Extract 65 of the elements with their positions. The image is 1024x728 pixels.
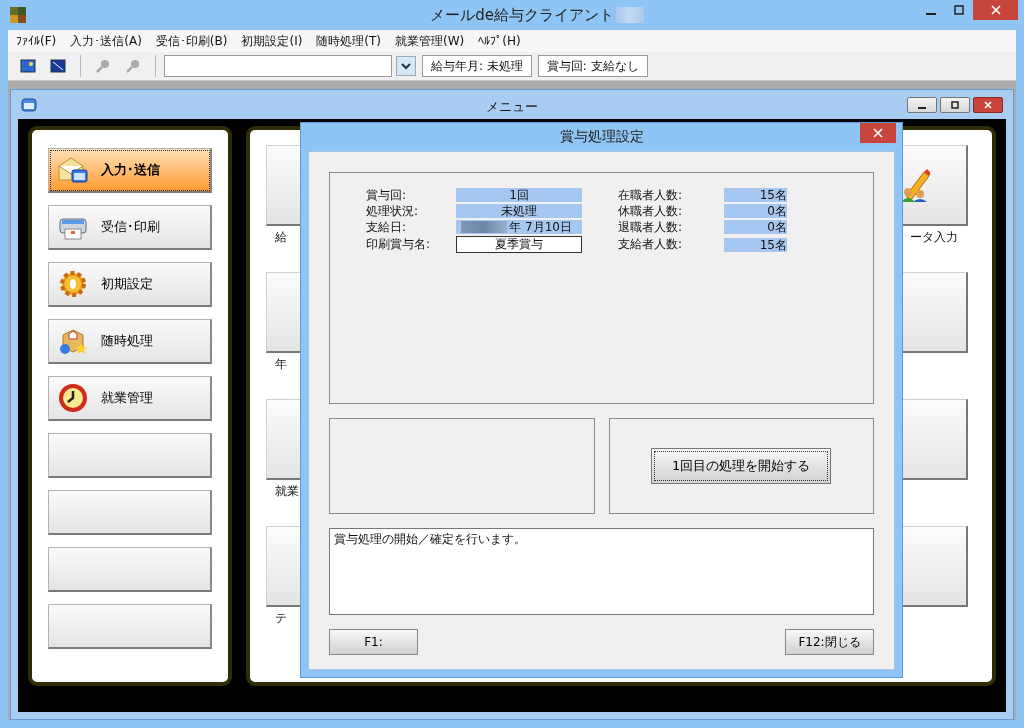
minimize-button[interactable]: [907, 96, 937, 113]
close-icon: [873, 128, 883, 138]
screen-icon[interactable]: [50, 58, 66, 74]
window-title: メニュー: [486, 98, 538, 116]
start-button[interactable]: 1回目の処理を開始する: [651, 448, 832, 484]
combo-box[interactable]: [164, 55, 416, 77]
field-label: 処理状況:: [366, 202, 420, 220]
window-icon: [21, 96, 37, 113]
close-icon: [990, 5, 1001, 15]
status-field: 賞与回: 支給なし: [537, 55, 648, 77]
maximize-icon: [951, 100, 959, 109]
menu-item[interactable]: 入力･送信(A): [66, 32, 146, 50]
nav-button[interactable]: 初期設定: [48, 262, 212, 307]
menu-item[interactable]: 初期設定(I): [237, 32, 307, 50]
value-field: 1回: [456, 188, 582, 202]
picture-icon[interactable]: [20, 58, 36, 74]
nav-button[interactable]: [48, 604, 212, 649]
gear-icon: [57, 268, 89, 300]
value-field: 0名: [724, 220, 787, 234]
tile-label: 就業: [274, 483, 300, 500]
field-label: 支給者人数:: [618, 236, 684, 253]
tile-label: テ: [274, 610, 288, 627]
value-field: 15名: [724, 237, 787, 252]
minimize-icon: [918, 106, 926, 109]
maximize-button[interactable]: [940, 96, 970, 113]
nav-button[interactable]: [48, 547, 212, 592]
message-text: 賞与処理の開始／確定を行います。: [334, 532, 526, 546]
function-key-button[interactable]: F1:: [329, 629, 418, 655]
nav-button[interactable]: 入力･送信: [48, 148, 212, 193]
field-value: 年 7月10日: [509, 220, 572, 234]
nav-button[interactable]: 随時処理: [48, 319, 212, 364]
chevron-down-icon: [401, 62, 411, 70]
maximize-icon: [954, 5, 964, 15]
menu-item[interactable]: ﾍﾙﾌﾟ(H): [474, 34, 525, 48]
value-field: 15名: [724, 188, 787, 202]
value-field[interactable]: 夏季賞与: [456, 236, 582, 253]
clock-icon: [57, 382, 89, 414]
menu-item[interactable]: ﾌｧｲﾙ(F): [12, 34, 61, 48]
menu-item[interactable]: 就業管理(W): [391, 32, 469, 50]
field-label: 休職者人数:: [618, 202, 684, 220]
close-icon: [984, 100, 992, 109]
tile-label: 年: [274, 356, 288, 373]
tile-label: ータ入力: [909, 229, 959, 246]
status-field: 給与年月: 未処理: [422, 55, 532, 77]
field-label: 在職者人数:: [618, 186, 684, 204]
minimize-icon: [926, 13, 936, 15]
nav-button[interactable]: [48, 433, 212, 478]
app-icon: [10, 7, 26, 23]
nav-button[interactable]: 受信･印刷: [48, 205, 212, 250]
field-label: 賞与回:: [366, 186, 408, 204]
menu-item[interactable]: 受信･印刷(B): [151, 32, 232, 50]
tile-label: 給: [274, 229, 288, 246]
nav-button[interactable]: [48, 490, 212, 535]
dialog-title: 賞与処理設定: [559, 128, 644, 146]
field-label: 支給日:: [366, 218, 408, 236]
nav-button[interactable]: 就業管理: [48, 376, 212, 421]
menu-item[interactable]: 随時処理(T): [312, 32, 386, 50]
field-label: 退職者人数:: [618, 218, 684, 236]
value-field: 0名: [724, 204, 787, 218]
function-key-button[interactable]: F12:閉じる: [785, 629, 874, 655]
window-title: メールde給与クライアント: [430, 5, 614, 25]
field-label: 印刷賞与名:: [366, 236, 432, 253]
close-button[interactable]: [973, 96, 1003, 113]
value-field: 未処理: [456, 204, 582, 218]
close-button[interactable]: [860, 123, 896, 143]
